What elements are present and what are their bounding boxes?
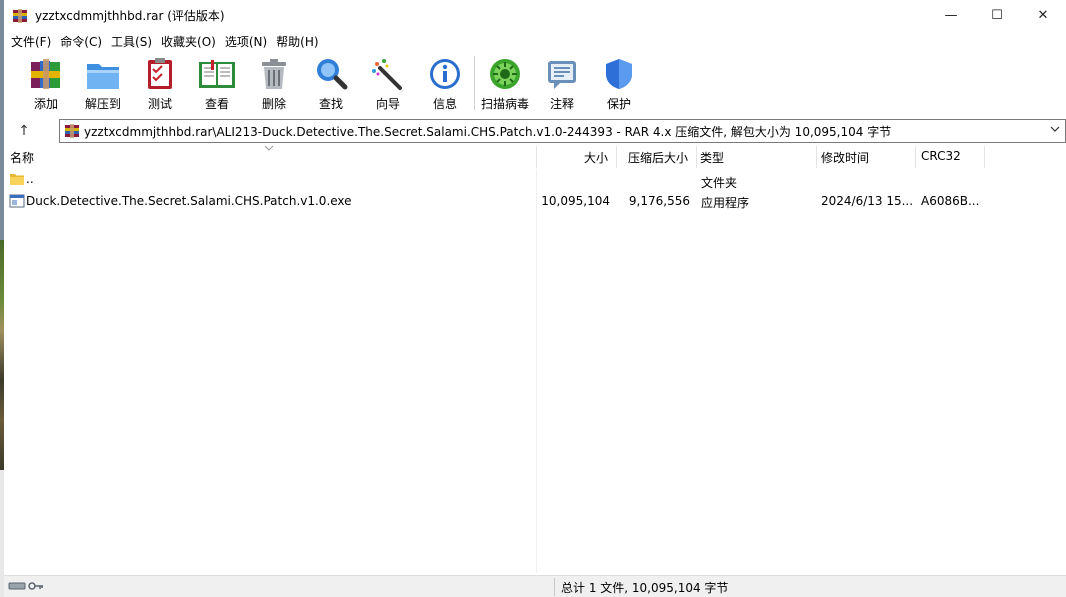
scan-virus-label: 扫描病毒 (480, 97, 529, 111)
column-divider[interactable] (984, 146, 985, 168)
info-icon (425, 54, 465, 94)
rar-archive-icon (64, 123, 80, 139)
menu-tools[interactable]: 工具(S) (107, 33, 156, 50)
column-headers: 名称 大小 压缩后大小 类型 修改时间 CRC32 (4, 144, 1066, 168)
menu-help[interactable]: 帮助(H) (272, 33, 322, 50)
path-field[interactable]: yzztxcdmmjthhbd.rar\ALI213-Duck.Detectiv… (59, 119, 1066, 143)
test-label: 测试 (147, 97, 172, 111)
column-crc-header[interactable]: CRC32 (921, 149, 961, 163)
toolbar: 添加 解压到 测试 查看 删除 查找 向导 信息 扫描病毒 注释 保护 (4, 51, 1066, 115)
comment-label: 注释 (549, 97, 574, 111)
maximize-icon: ☐ (991, 8, 1003, 23)
maximize-button[interactable]: ☐ (974, 0, 1020, 31)
window-title: yzztxcdmmjthhbd.rar (评估版本) (35, 9, 225, 23)
status-icons (8, 580, 44, 595)
file-name: .. (26, 172, 34, 186)
column-divider[interactable] (696, 146, 697, 168)
virus-scan-icon (485, 54, 525, 94)
file-list[interactable]: .. 文件夹 Duck.Detective.The.Secret.Salami.… (4, 169, 1066, 573)
minimize-button[interactable]: — (928, 0, 974, 31)
close-icon: ✕ (1037, 8, 1049, 23)
file-modified: 2024/6/13 15... (821, 194, 914, 208)
status-bar: 总计 1 文件, 10,095,104 字节 (4, 575, 1066, 597)
chevron-down-icon[interactable] (1049, 123, 1061, 138)
scan-virus-button[interactable]: 扫描病毒 (477, 54, 533, 112)
column-divider[interactable] (536, 146, 537, 168)
view-label: 查看 (204, 97, 229, 111)
winrar-app-icon (12, 8, 28, 24)
delete-label: 删除 (261, 97, 286, 111)
comment-button[interactable]: 注释 (534, 54, 590, 112)
table-row[interactable]: .. 文件夹 (4, 169, 1066, 190)
menu-favorites[interactable]: 收藏夹(O) (157, 33, 220, 50)
folder-extract-icon (83, 54, 123, 94)
status-divider (554, 578, 555, 596)
view-button[interactable]: 查看 (189, 54, 245, 112)
extract-to-button[interactable]: 解压到 (75, 54, 131, 112)
protect-label: 保护 (606, 97, 631, 111)
column-divider[interactable] (915, 146, 916, 168)
find-label: 查找 (318, 97, 343, 111)
key-icon[interactable] (28, 580, 44, 595)
checklist-icon (140, 54, 180, 94)
find-button[interactable]: 查找 (303, 54, 359, 112)
column-divider[interactable] (616, 146, 617, 168)
title-bar: yzztxcdmmjthhbd.rar (评估版本) — ☐ ✕ (4, 0, 1066, 31)
archive-books-icon (26, 54, 66, 94)
column-type-header[interactable]: 类型 (700, 149, 724, 166)
column-modified-header[interactable]: 修改时间 (821, 149, 869, 166)
wizard-button[interactable]: 向导 (360, 54, 416, 112)
path-text: yzztxcdmmjthhbd.rar\ALI213-Duck.Detectiv… (84, 124, 892, 139)
up-arrow-icon: ↑ (18, 123, 30, 139)
drive-icon[interactable] (8, 580, 26, 595)
column-name-header[interactable]: 名称 (10, 149, 34, 166)
menu-file[interactable]: 文件(F) (7, 33, 55, 50)
trash-bin-icon (254, 54, 294, 94)
column-packed-header[interactable]: 压缩后大小 (628, 149, 688, 166)
open-book-icon (197, 54, 237, 94)
add-label: 添加 (33, 97, 58, 111)
file-crc: A6086B... (921, 194, 980, 208)
menu-commands[interactable]: 命令(C) (56, 33, 106, 50)
delete-button[interactable]: 删除 (246, 54, 302, 112)
magnifier-icon (311, 54, 351, 94)
sort-ascending-icon (264, 144, 274, 154)
toolbar-separator (474, 56, 475, 110)
winrar-window: yzztxcdmmjthhbd.rar (评估版本) — ☐ ✕ 文件(F) 命… (4, 0, 1066, 597)
column-size-header[interactable]: 大小 (584, 149, 608, 166)
add-button[interactable]: 添加 (18, 54, 74, 112)
file-type: 文件夹 (701, 176, 738, 190)
magic-wand-icon (368, 54, 408, 94)
status-summary: 总计 1 文件, 10,095,104 字节 (561, 581, 729, 595)
extract-to-label: 解压到 (84, 97, 121, 111)
protect-button[interactable]: 保护 (591, 54, 647, 112)
table-row[interactable]: Duck.Detective.The.Secret.Salami.CHS.Pat… (4, 191, 1066, 212)
info-label: 信息 (432, 97, 457, 111)
folder-up-icon (9, 171, 25, 190)
column-divider[interactable] (816, 146, 817, 168)
file-type: 应用程序 (701, 196, 750, 210)
menu-options[interactable]: 选项(N) (221, 33, 271, 50)
menu-bar: 文件(F) 命令(C) 工具(S) 收藏夹(O) 选项(N) 帮助(H) (4, 31, 1066, 51)
file-size: 10,095,104 (541, 194, 610, 208)
close-button[interactable]: ✕ (1020, 0, 1066, 31)
exe-file-icon (9, 193, 25, 212)
info-button[interactable]: 信息 (417, 54, 473, 112)
up-folder-button[interactable]: ↑ (4, 123, 44, 139)
shield-icon (599, 54, 639, 94)
file-name: Duck.Detective.The.Secret.Salami.CHS.Pat… (26, 194, 352, 208)
column-separator (536, 169, 537, 573)
test-button[interactable]: 测试 (132, 54, 188, 112)
minimize-icon: — (944, 8, 958, 23)
address-bar: ↑ yzztxcdmmjthhbd.rar\ALI213-Duck.Detect… (4, 117, 1066, 145)
comment-icon (542, 54, 582, 94)
file-packed-size: 9,176,556 (628, 194, 690, 208)
wizard-label: 向导 (375, 97, 400, 111)
